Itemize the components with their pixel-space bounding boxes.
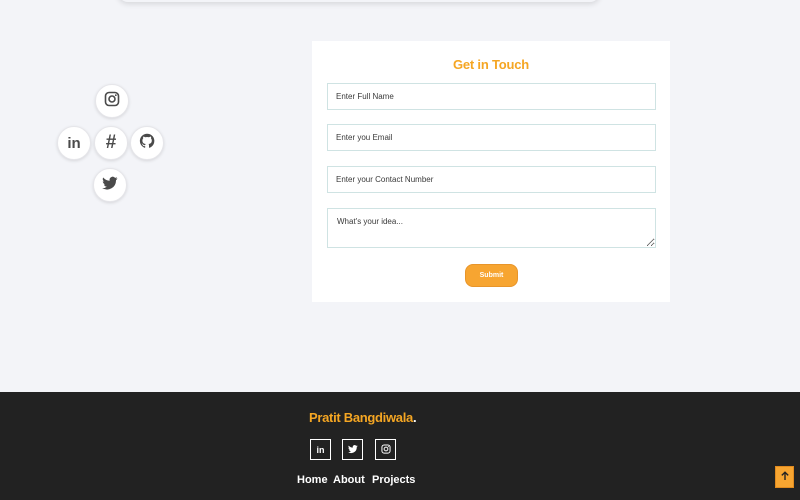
footer-instagram-link[interactable] <box>375 439 396 460</box>
footer-nav-about[interactable]: About <box>333 474 365 486</box>
github-link[interactable] <box>130 126 164 160</box>
footer-twitter-link[interactable] <box>342 439 363 460</box>
footer-brand: Pratit Bangdiwala. <box>309 410 417 425</box>
full-name-input[interactable] <box>327 83 656 110</box>
back-to-top-button[interactable] <box>775 466 794 488</box>
footer: Pratit Bangdiwala. in Home About Project… <box>0 392 800 500</box>
arrow-up-icon <box>780 468 790 486</box>
hashnode-icon: # <box>105 132 117 153</box>
github-icon <box>139 133 155 154</box>
brand-name: Pratit Bangdiwala <box>309 410 413 425</box>
twitter-icon <box>102 175 118 196</box>
social-links-cluster: in # <box>0 0 300 300</box>
idea-textarea[interactable] <box>327 208 656 248</box>
linkedin-icon: in <box>67 134 81 152</box>
footer-linkedin-link[interactable]: in <box>310 439 331 460</box>
email-input[interactable] <box>327 124 656 151</box>
submit-button[interactable]: Submit <box>465 264 518 287</box>
twitter-link[interactable] <box>93 168 127 202</box>
contact-number-input[interactable] <box>327 166 656 193</box>
hashnode-link[interactable]: # <box>94 126 128 160</box>
footer-nav-projects[interactable]: Projects <box>372 474 415 486</box>
instagram-icon <box>380 441 391 459</box>
linkedin-link[interactable]: in <box>57 126 91 160</box>
linkedin-icon: in <box>316 444 325 455</box>
contact-form-title: Get in Touch <box>452 57 530 72</box>
twitter-icon <box>347 441 358 459</box>
footer-nav-home[interactable]: Home <box>297 474 328 486</box>
instagram-icon <box>104 91 120 112</box>
contact-form-card: Get in Touch Submit <box>312 41 670 302</box>
instagram-link[interactable] <box>95 84 129 118</box>
brand-dot: . <box>412 410 417 425</box>
